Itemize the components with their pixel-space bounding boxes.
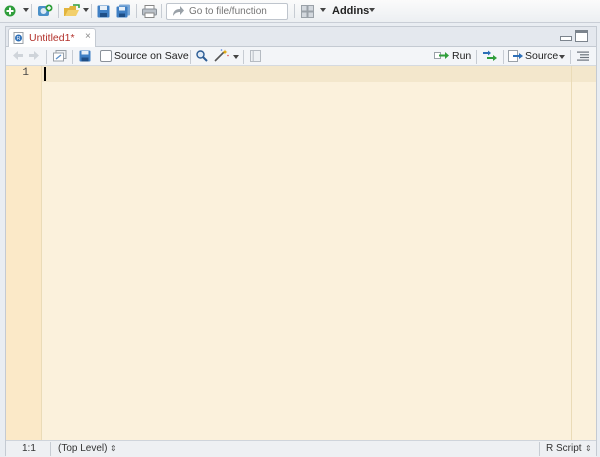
source-on-save-checkbox[interactable] (100, 50, 112, 62)
status-separator (539, 442, 540, 456)
run-line-icon[interactable] (434, 50, 450, 64)
tab-close-icon[interactable]: × (85, 31, 91, 42)
go-to-file-function-input[interactable] (189, 4, 285, 19)
source-editor-pane: R Untitled1* × Source on Save Run Source… (5, 26, 597, 457)
rerun-previous-icon[interactable] (482, 50, 498, 64)
svg-text:R: R (17, 36, 21, 42)
open-file-dropdown-icon[interactable] (83, 8, 89, 12)
status-separator (50, 442, 51, 456)
toolbar-separator (294, 4, 295, 18)
source-dropdown-icon[interactable] (559, 55, 565, 59)
print-icon[interactable] (141, 3, 157, 19)
back-arrow-icon[interactable] (12, 50, 24, 64)
compile-report-icon[interactable] (250, 50, 261, 65)
file-type-label[interactable]: R Script (546, 443, 582, 454)
new-project-icon[interactable] (36, 3, 54, 19)
maximize-pane-icon[interactable] (575, 30, 588, 45)
toolbar-separator (503, 50, 504, 64)
workspace-panes-icon[interactable] (300, 3, 314, 19)
scope-label[interactable]: (Top Level) (58, 443, 107, 454)
new-file-dropdown-icon[interactable] (23, 8, 29, 12)
toolbar-separator (476, 50, 477, 64)
status-bar: 1:1 (Top Level) ⇕ R Script ⇕ (6, 440, 596, 457)
toolbar-separator (91, 4, 92, 18)
toolbar-separator (161, 4, 162, 18)
editor-toolbar: Source on Save Run Source (6, 47, 596, 66)
addins-dropdown-icon[interactable] (369, 8, 375, 12)
open-file-icon[interactable] (62, 3, 82, 19)
tab-strip: R Untitled1* × (6, 27, 596, 48)
margin-guide (571, 66, 572, 440)
save-current-file-icon[interactable] (79, 50, 91, 65)
current-line-highlight (42, 66, 596, 82)
forward-arrow-icon[interactable] (28, 50, 40, 64)
tab-title: Untitled1* (29, 32, 75, 44)
scope-updown-icon[interactable]: ⇕ (110, 444, 117, 453)
toolbar-separator (190, 50, 191, 64)
addins-menu[interactable]: Addins (332, 5, 369, 17)
go-to-file-function-box[interactable] (166, 3, 288, 20)
source-on-save-label[interactable]: Source on Save (114, 50, 189, 62)
save-icon[interactable] (96, 3, 110, 19)
text-cursor (44, 67, 46, 81)
code-tools-wand-icon[interactable] (214, 49, 229, 65)
workspace-panes-dropdown-icon[interactable] (320, 8, 326, 12)
code-tools-dropdown-icon[interactable] (233, 55, 239, 59)
new-file-icon[interactable] (3, 3, 17, 19)
r-file-icon: R (13, 32, 25, 47)
toolbar-separator (72, 50, 73, 64)
source-button[interactable]: Source (525, 50, 558, 62)
line-number: 1 (22, 67, 29, 79)
document-outline-icon[interactable] (577, 51, 589, 64)
toolbar-separator (570, 50, 571, 64)
file-type-updown-icon[interactable]: ⇕ (585, 444, 592, 453)
toolbar-separator (31, 4, 32, 18)
show-in-new-window-icon[interactable] (53, 50, 67, 65)
line-number-gutter: 1 (6, 66, 42, 440)
save-all-icon[interactable] (115, 3, 131, 19)
tab-untitled1[interactable]: R Untitled1* × (8, 28, 96, 48)
code-editor[interactable]: 1 (6, 66, 596, 440)
main-toolbar: Addins (0, 0, 600, 23)
cursor-position: 1:1 (22, 443, 36, 454)
minimize-pane-icon[interactable] (560, 32, 572, 45)
toolbar-separator (243, 50, 244, 64)
toolbar-separator (136, 4, 137, 18)
go-to-arrow-icon (172, 5, 185, 20)
toolbar-separator (46, 50, 47, 64)
source-file-icon[interactable] (508, 50, 524, 65)
toolbar-separator (58, 4, 59, 18)
run-button[interactable]: Run (452, 50, 471, 62)
find-replace-icon[interactable] (196, 50, 208, 65)
